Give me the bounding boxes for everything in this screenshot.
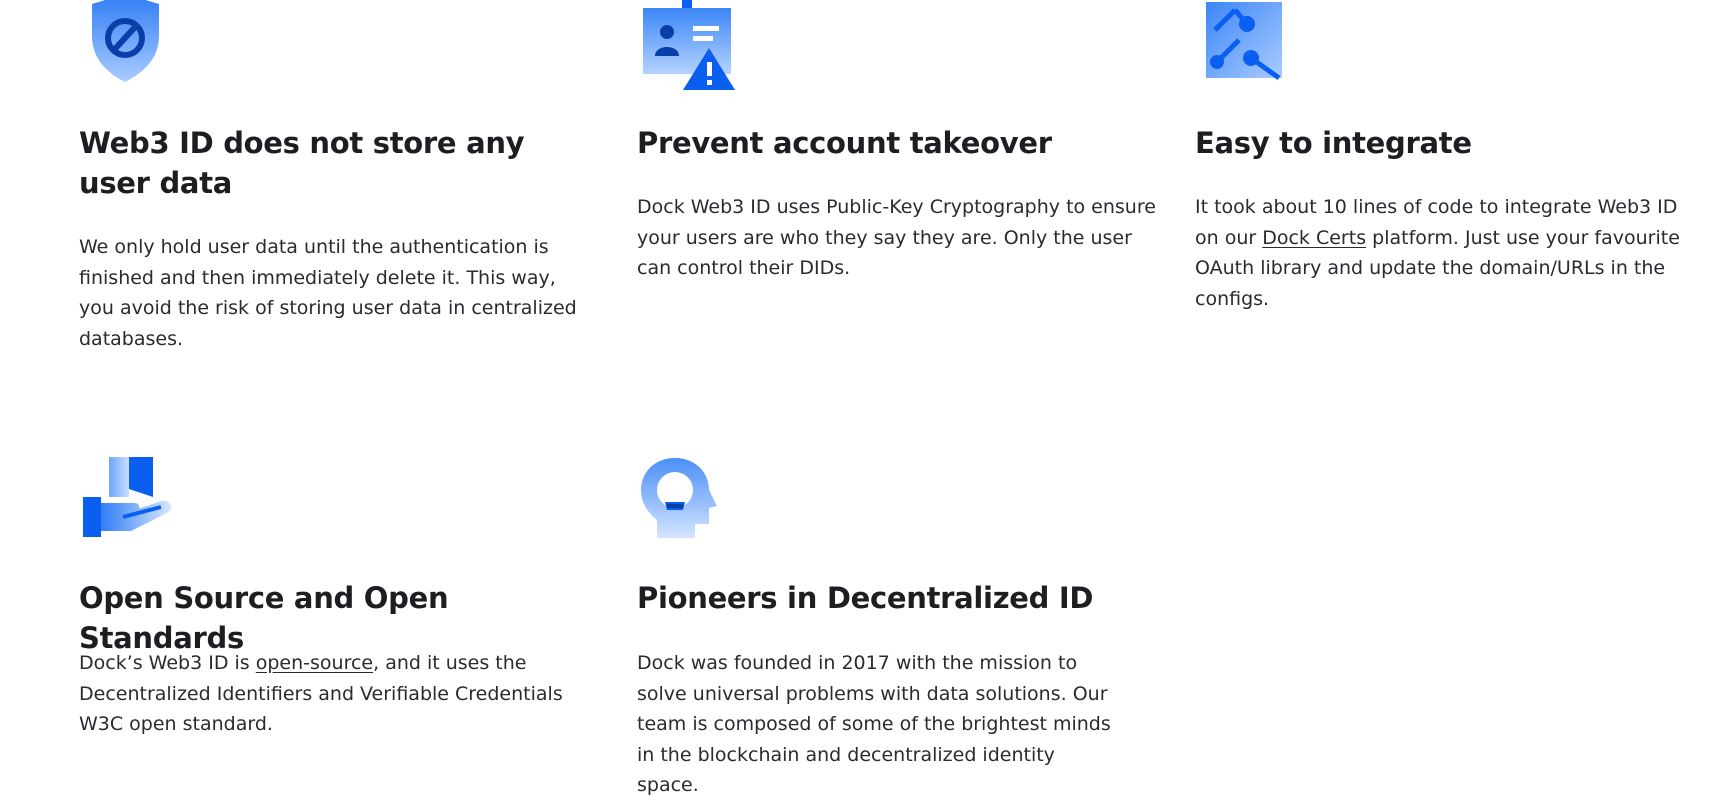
feature-title: Web3 ID does not store any user data — [79, 126, 525, 200]
dock-certs-link[interactable]: Dock Certs — [1262, 227, 1366, 249]
feature-title: Prevent account takeover — [637, 126, 1052, 160]
feature-title: Easy to integrate — [1195, 126, 1472, 160]
open-source-link[interactable]: open-source — [256, 652, 373, 674]
feature-description: It took about 10 lines of code to integr… — [1195, 192, 1700, 314]
feature-title: Open Source and Open Standards — [79, 581, 449, 655]
integration-nodes-icon — [1206, 2, 1282, 81]
feature-description: We only hold user data until the authent… — [79, 236, 577, 350]
feature-description: Dock Web3 ID uses Public-Key Cryptograph… — [637, 196, 1156, 279]
feature-title: Pioneers in Decentralized ID — [637, 581, 1094, 615]
head-lightbulb-icon — [641, 458, 717, 538]
feature-description: Dock’s Web3 ID is open-source, and it us… — [79, 648, 599, 740]
id-card-warning-icon — [643, 0, 735, 90]
shield-block-icon — [92, 0, 159, 82]
feature-description: Dock was founded in 2017 with the missio… — [637, 652, 1111, 796]
hand-book-icon — [83, 457, 172, 537]
description-text: Dock’s Web3 ID is — [79, 652, 256, 674]
